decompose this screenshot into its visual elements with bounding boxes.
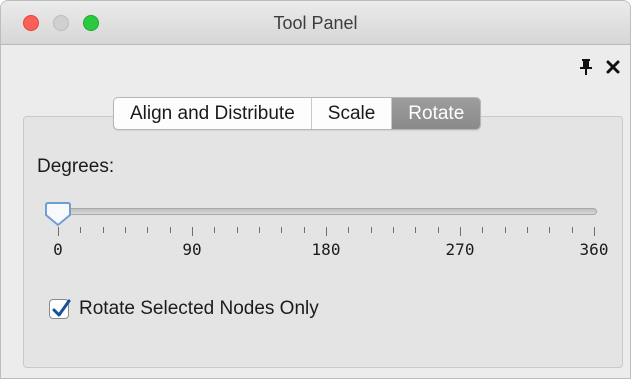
slider-major-tick [58,227,59,236]
slider-minor-tick [370,227,372,233]
slider-minor-tick [571,227,573,233]
slider-minor-tick [415,227,417,233]
slider-minor-tick [259,227,260,233]
slider-minor-tick [214,227,216,233]
slider-minor-tick [125,227,126,233]
tab-align-and-distribute[interactable]: Align and Distribute [114,98,311,129]
slider-minor-tick [482,227,484,233]
slider-minor-tick [504,227,506,233]
degrees-slider-track[interactable] [53,208,597,215]
slider-tick-label: 90 [182,240,202,259]
slider-major-tick [594,227,595,236]
rotate-selected-only-checkbox[interactable] [49,299,71,319]
slider-tick-label: 360 [579,240,609,259]
tab-bar: Align and Distribute Scale Rotate [113,97,482,130]
slider-minor-tick [147,227,149,233]
rotate-selected-only-label: Rotate Selected Nodes Only [79,298,319,319]
slider-minor-tick [303,227,305,233]
slider-minor-tick [549,227,551,233]
slider-major-tick [326,227,327,236]
window-title: Tool Panel [273,13,358,33]
slider-tick-label: 270 [445,240,475,259]
checkmark-icon [52,299,71,317]
slider-tick-label: 180 [311,240,341,259]
slider-major-tick [460,227,461,236]
slider-minor-tick [281,227,283,233]
slider-tick-label: 0 [53,240,63,259]
slider-minor-tick [80,227,82,233]
slider-major-tick [192,227,193,236]
slider-minor-tick [169,227,171,233]
close-icon[interactable] [605,59,621,75]
rotate-selected-only-row[interactable]: Rotate Selected Nodes Only [49,297,319,321]
tab-rotate[interactable]: Rotate [391,98,481,129]
degrees-slider-thumb[interactable] [45,201,71,227]
tab-scale[interactable]: Scale [310,98,392,129]
slider-minor-tick [527,227,528,233]
slider-minor-tick [348,227,350,233]
slider-minor-tick [393,227,394,233]
pin-icon[interactable] [578,58,594,76]
degrees-label: Degrees: [37,156,115,177]
title-bar: Tool Panel [1,1,630,45]
slider-minor-tick [102,227,104,233]
slider-minor-tick [437,227,439,233]
slider-minor-tick [236,227,238,233]
tool-panel-window: Tool Panel Align and Distribute Scale Ro… [0,0,631,379]
